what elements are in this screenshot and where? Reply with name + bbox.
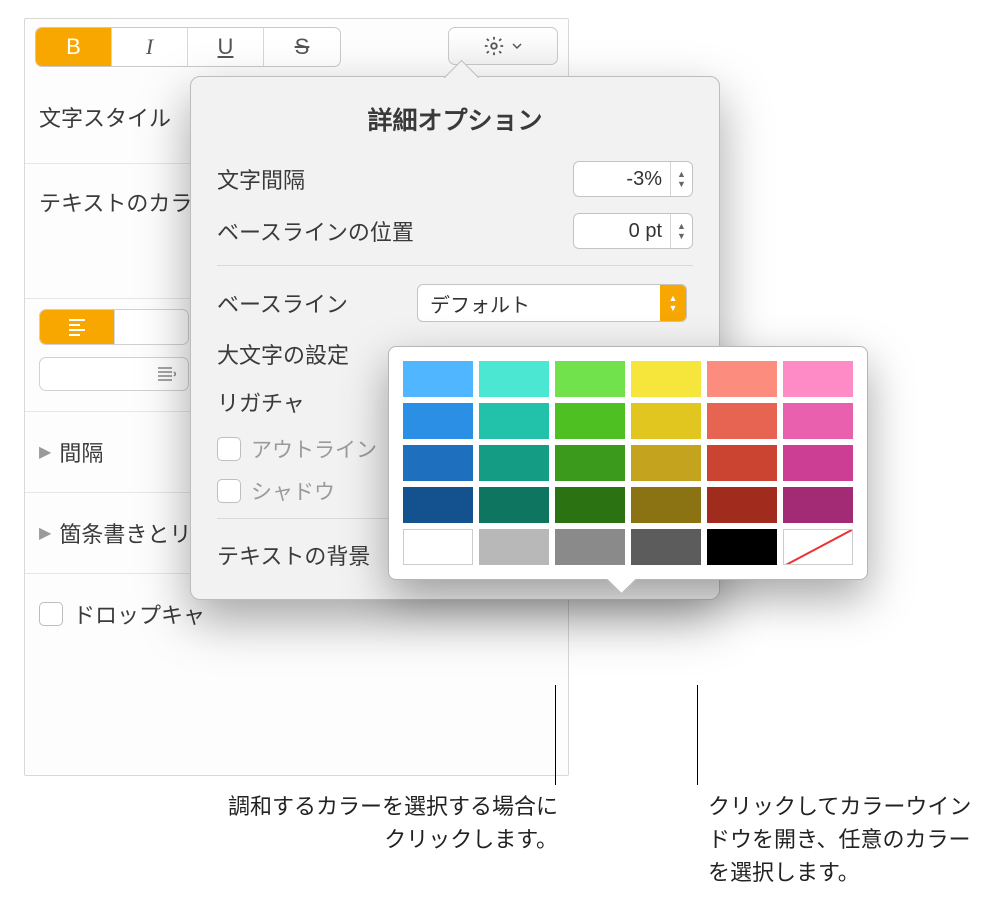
text-color-label: テキストのカラー <box>39 186 214 218</box>
color-swatch[interactable] <box>631 445 701 481</box>
underline-button[interactable]: U <box>188 28 264 66</box>
list-icon <box>158 367 176 381</box>
color-swatch[interactable] <box>479 529 549 565</box>
shadow-checkbox[interactable] <box>217 479 241 503</box>
color-swatch[interactable] <box>403 403 473 439</box>
char-spacing-value: -3% <box>574 168 670 191</box>
bold-button[interactable]: B <box>36 28 112 66</box>
italic-button[interactable]: I <box>112 28 188 66</box>
color-swatch[interactable] <box>555 529 625 565</box>
outline-label: アウトライン <box>251 434 377 464</box>
color-swatch[interactable] <box>783 445 853 481</box>
color-swatch[interactable] <box>783 487 853 523</box>
callout-left-text: 調和するカラーを選択する場合にクリックします。 <box>208 790 558 856</box>
color-swatch[interactable] <box>555 487 625 523</box>
baseline-label: ベースライン <box>217 287 417 319</box>
char-spacing-stepper[interactable]: -3% ▲▼ <box>573 161 693 197</box>
color-swatch[interactable] <box>707 445 777 481</box>
strikethrough-button[interactable]: S <box>264 28 340 66</box>
color-swatch[interactable] <box>631 487 701 523</box>
callout-right-text: クリックしてカラーウインドウを開き、任意のカラーを選択します。 <box>708 790 988 889</box>
baseline-offset-stepper[interactable]: 0 pt ▲▼ <box>573 213 693 249</box>
color-swatch[interactable] <box>479 361 549 397</box>
popover-title: 詳細オプション <box>217 101 693 137</box>
callout-line <box>555 685 556 785</box>
list-indent-control[interactable] <box>39 357 189 391</box>
color-swatch[interactable] <box>403 529 473 565</box>
text-style-toolbar: B I U S <box>25 19 568 67</box>
chevron-right-icon: ▶ <box>39 442 51 462</box>
character-spacing-row: 文字間隔 -3% ▲▼ <box>217 161 693 197</box>
callout-line <box>697 685 698 785</box>
color-swatch-popover <box>388 346 868 580</box>
color-swatch-grid <box>403 361 853 565</box>
dropcap-checkbox[interactable] <box>39 602 63 626</box>
outline-checkbox[interactable] <box>217 437 241 461</box>
baseline-offset-row: ベースラインの位置 0 pt ▲▼ <box>217 213 693 249</box>
gear-icon <box>483 35 505 57</box>
font-style-group: B I U S <box>35 27 341 67</box>
baseline-value: デフォルト <box>430 289 530 318</box>
baseline-offset-value: 0 pt <box>574 220 670 243</box>
advanced-options-button[interactable] <box>448 27 558 65</box>
chevron-down-icon <box>511 40 523 52</box>
dropdown-arrows-icon: ▲▼ <box>660 285 686 321</box>
color-swatch[interactable] <box>479 403 549 439</box>
baseline-dropdown[interactable]: デフォルト ▲▼ <box>417 284 687 322</box>
color-swatch[interactable] <box>555 445 625 481</box>
char-spacing-label: 文字間隔 <box>217 163 573 195</box>
shadow-label: シャドウ <box>251 476 335 506</box>
color-swatch[interactable] <box>707 361 777 397</box>
color-swatch[interactable] <box>403 361 473 397</box>
color-swatch[interactable] <box>403 487 473 523</box>
align-left-button[interactable] <box>40 310 115 344</box>
text-bg-label: テキストの背景 <box>217 539 370 571</box>
color-swatch[interactable] <box>403 445 473 481</box>
character-style-label: 文字スタイル <box>39 101 171 133</box>
stepper-arrows-icon[interactable]: ▲▼ <box>670 214 692 248</box>
alignment-segmented <box>39 309 189 345</box>
color-swatch[interactable] <box>631 529 701 565</box>
color-swatch[interactable] <box>783 403 853 439</box>
color-swatch[interactable] <box>479 487 549 523</box>
color-swatch[interactable] <box>631 403 701 439</box>
color-swatch[interactable] <box>555 403 625 439</box>
stepper-arrows-icon[interactable]: ▲▼ <box>670 162 692 196</box>
spacing-label: 間隔 <box>59 436 103 468</box>
baseline-row: ベースライン デフォルト ▲▼ <box>217 284 693 322</box>
dropcap-label: ドロップキャ <box>73 598 205 630</box>
color-swatch[interactable] <box>479 445 549 481</box>
color-swatch[interactable] <box>783 529 853 565</box>
color-swatch[interactable] <box>783 361 853 397</box>
color-swatch[interactable] <box>707 529 777 565</box>
color-swatch[interactable] <box>707 487 777 523</box>
chevron-right-icon: ▶ <box>39 523 51 543</box>
align-center-button[interactable] <box>115 310 189 344</box>
color-swatch[interactable] <box>555 361 625 397</box>
bullets-label: 箇条書きとリ <box>59 517 191 549</box>
color-swatch[interactable] <box>631 361 701 397</box>
baseline-offset-label: ベースラインの位置 <box>217 215 573 247</box>
color-swatch[interactable] <box>707 403 777 439</box>
